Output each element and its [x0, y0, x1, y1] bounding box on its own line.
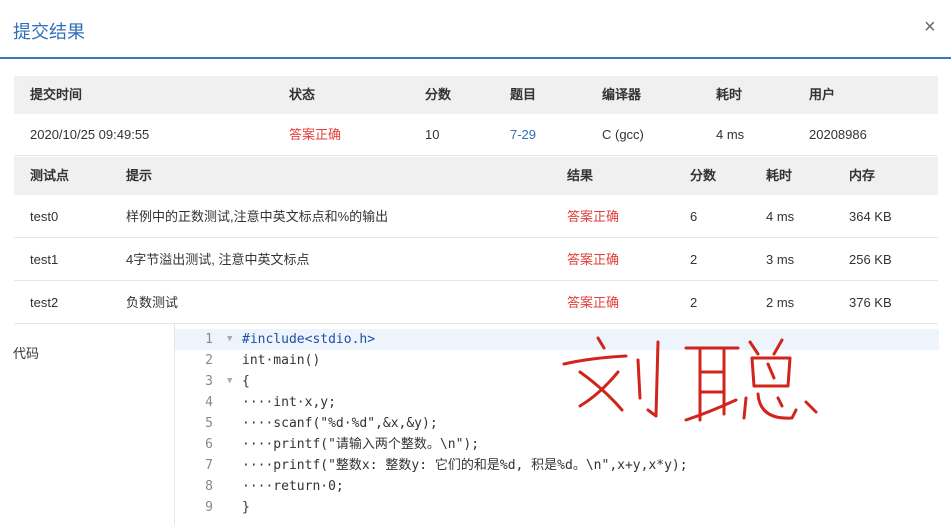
test-result: 答案正确 [567, 252, 620, 267]
code-text: ····scanf("%d·%d",&x,&y); [242, 416, 438, 431]
test-score: 6 [690, 209, 698, 224]
line-number: 2 [205, 353, 213, 368]
score-value: 10 [425, 127, 440, 142]
header-submit-time: 提交时间 [30, 87, 83, 102]
code-text: ····return·0; [242, 479, 344, 494]
test-time: 4 ms [766, 209, 795, 224]
header-memory: 内存 [849, 168, 876, 183]
header-hint: 提示 [126, 168, 153, 183]
test-result: 答案正确 [567, 295, 620, 310]
test-id: test1 [30, 252, 59, 267]
tests-header-row: 测试点 提示 结果 分数 耗时 内存 [14, 157, 938, 195]
summary-row: 2020/10/25 09:49:55 答案正确 10 7-29 C (gcc)… [14, 114, 938, 156]
code-line: 7 ····printf("整数x: 整数y: 它们的和是%d, 积是%d。\n… [175, 455, 939, 476]
test-result: 答案正确 [567, 209, 620, 224]
fold-icon[interactable]: ▼ [227, 371, 232, 392]
header-user: 用户 [809, 87, 836, 102]
test-id: test0 [30, 209, 59, 224]
user-value: 20208986 [809, 127, 867, 142]
test-hint: 4字节溢出测试, 注意中英文标点 [126, 252, 310, 267]
code-text: } [242, 500, 250, 515]
line-number: 3 [205, 374, 213, 389]
code-text: ····int·x,y; [242, 395, 336, 410]
handwritten-signature [562, 336, 818, 422]
code-text: { [242, 374, 250, 389]
table-row: test1 4字节溢出测试, 注意中英文标点 答案正确 2 3 ms 256 K… [14, 238, 938, 281]
signature-strokes [562, 336, 818, 422]
code-line: 8 ····return·0; [175, 476, 939, 497]
test-hint: 负数测试 [126, 295, 179, 310]
dialog-title: 提交结果 [13, 22, 85, 42]
test-time: 2 ms [766, 295, 795, 310]
line-number: 5 [205, 416, 213, 431]
submit-time: 2020/10/25 09:49:55 [30, 127, 150, 142]
problem-link[interactable]: 7-29 [510, 114, 536, 156]
compiler-value: C (gcc) [602, 127, 644, 142]
header-problem: 题目 [510, 87, 537, 102]
status-text: 答案正确 [289, 127, 342, 142]
test-id: test2 [30, 295, 59, 310]
table-row: test2 负数测试 答案正确 2 2 ms 376 KB [14, 281, 938, 324]
header-test-score: 分数 [690, 168, 717, 183]
test-time: 3 ms [766, 252, 795, 267]
code-text: ····printf("请输入两个整数。\n"); [242, 437, 480, 452]
dialog-header: 提交结果 × [0, 0, 951, 59]
test-score: 2 [690, 295, 698, 310]
fold-icon[interactable]: ▼ [227, 329, 232, 350]
code-text: ····printf("整数x: 整数y: 它们的和是%d, 积是%d。\n",… [242, 458, 688, 473]
line-number: 6 [205, 437, 213, 452]
code-label: 代码 [13, 346, 40, 361]
code-text: #include<stdio.h> [242, 332, 376, 347]
table-row: test0 样例中的正数测试,注意中英文标点和%的输出 答案正确 6 4 ms … [14, 195, 938, 238]
header-score: 分数 [425, 87, 452, 102]
test-memory: 256 KB [849, 252, 892, 267]
header-test-time: 耗时 [766, 168, 793, 183]
line-number: 7 [205, 458, 213, 473]
test-memory: 376 KB [849, 295, 892, 310]
header-status: 状态 [289, 87, 316, 102]
header-test-point: 测试点 [30, 168, 70, 183]
summary-header-row: 提交时间 状态 分数 题目 编译器 耗时 用户 [14, 76, 938, 114]
header-compiler: 编译器 [602, 87, 642, 102]
elapsed-value: 4 ms [716, 127, 745, 142]
code-text: int·main() [242, 353, 321, 368]
test-score: 2 [690, 252, 698, 267]
header-elapsed: 耗时 [716, 87, 743, 102]
test-hint: 样例中的正数测试,注意中英文标点和%的输出 [126, 209, 389, 224]
line-number: 1 [205, 332, 213, 347]
line-number: 9 [205, 500, 213, 515]
line-number: 8 [205, 479, 213, 494]
test-memory: 364 KB [849, 209, 892, 224]
close-icon[interactable]: × [924, 17, 936, 37]
line-number: 4 [205, 395, 213, 410]
header-result: 结果 [567, 168, 594, 183]
code-line: 9 } [175, 497, 939, 518]
